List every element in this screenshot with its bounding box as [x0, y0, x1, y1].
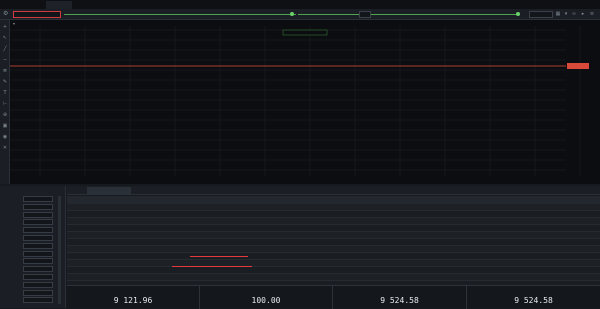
summary-value: 9 524.58 [380, 296, 419, 305]
date-to-field[interactable] [529, 11, 553, 18]
setting-row [3, 258, 63, 265]
setting-row [3, 281, 63, 289]
summary-footer: 9 121.96 100.00 9 524.58 9 524.58 [67, 285, 600, 309]
trash-icon[interactable]: ✕ [1, 145, 9, 151]
chart-grid [10, 26, 581, 176]
brush-icon[interactable]: ✎ [1, 79, 9, 85]
results-tab-bar [67, 186, 600, 195]
table-row [67, 232, 600, 239]
table-row [67, 246, 600, 253]
setting-row [3, 196, 63, 203]
date-from-field[interactable] [359, 11, 371, 18]
table-row [67, 211, 600, 218]
symbol-input[interactable] [13, 11, 61, 18]
table-row [67, 218, 600, 225]
measure-icon[interactable]: ⊢ [1, 101, 9, 107]
zoom-icon[interactable]: ⊕ [1, 112, 9, 118]
tab-deals[interactable] [199, 187, 217, 194]
summary-cell: 9 121.96 [67, 286, 200, 309]
setting-row [3, 250, 63, 258]
tab-2[interactable] [74, 1, 100, 9]
table-row [67, 274, 600, 281]
setting-row [3, 235, 63, 242]
setting-input[interactable] [23, 274, 53, 280]
setting-row [3, 203, 63, 211]
indicator-badge [282, 29, 328, 36]
setting-row [3, 297, 63, 304]
setting-input[interactable] [23, 196, 53, 202]
tab-log[interactable] [70, 187, 84, 194]
table-row [67, 204, 600, 211]
strategy-settings-panel [0, 186, 66, 308]
setting-input[interactable] [23, 242, 53, 249]
setting-input[interactable] [23, 250, 53, 257]
highlight-underline [172, 266, 252, 267]
setting-input[interactable] [23, 227, 53, 234]
highlight-underline [190, 256, 248, 257]
setting-row [3, 227, 63, 234]
setting-input[interactable] [23, 235, 53, 241]
setting-row [3, 219, 63, 226]
gear-icon[interactable]: ⚙ [3, 11, 9, 17]
table-row [67, 239, 600, 246]
summary-value: 9 121.96 [113, 296, 153, 305]
table-row [67, 267, 600, 274]
summary-value: 100.00 [251, 296, 281, 305]
tab-positions[interactable] [133, 187, 157, 194]
setting-row [3, 289, 63, 297]
table-row [67, 225, 600, 232]
text-icon[interactable]: T [1, 90, 9, 96]
link-icon[interactable]: ∞ [571, 11, 577, 18]
settings-icon[interactable]: ≡ [589, 11, 595, 18]
tab-0[interactable] [4, 1, 44, 9]
table-row [67, 260, 600, 267]
drawing-toolbar: + ↖ ╱ ─ ≣ ✎ T ⊢ ⊕ ▣ ◉ ✕ [0, 20, 10, 184]
tab-reports[interactable] [219, 187, 237, 194]
candlestick-chart[interactable] [10, 26, 600, 184]
tab-orders[interactable] [159, 187, 181, 194]
setting-input[interactable] [23, 219, 53, 226]
chevron-down-icon[interactable]: ▾ [563, 11, 569, 18]
tab-backtest-results[interactable] [87, 187, 131, 194]
summary-value: 9 524.58 [514, 296, 553, 305]
tab-trades[interactable] [183, 187, 197, 194]
setting-input[interactable] [23, 211, 53, 218]
setting-input[interactable] [23, 258, 53, 265]
summary-cell: 100.00 [200, 286, 333, 309]
tab-1[interactable] [46, 1, 72, 9]
setting-row [3, 274, 63, 281]
fibonacci-icon[interactable]: ≣ [1, 68, 9, 74]
range-slider-track[interactable] [64, 14, 296, 15]
setting-row [3, 266, 63, 273]
eye-icon[interactable]: ◉ [1, 134, 9, 140]
setting-input[interactable] [23, 281, 53, 288]
top-tab-bar [0, 0, 600, 9]
setting-row [3, 211, 63, 219]
table-row [67, 253, 600, 260]
price-label [567, 63, 589, 69]
trendline-icon[interactable]: ╱ [1, 46, 9, 52]
lock-icon[interactable]: ▣ [1, 123, 9, 129]
cursor-icon[interactable]: ↖ [1, 35, 9, 41]
calendar-icon[interactable]: ▦ [555, 11, 561, 18]
tab-graphics[interactable] [239, 187, 259, 194]
range-slider-track-right[interactable] [298, 14, 520, 15]
table-header [67, 196, 600, 204]
summary-cell: 9 524.58 [333, 286, 467, 309]
plus-icon[interactable]: + [1, 24, 9, 30]
hline-icon[interactable]: ─ [1, 57, 9, 63]
summary-cell: 9 524.58 [467, 286, 600, 309]
setting-input[interactable] [23, 297, 53, 304]
setting-row [3, 242, 63, 250]
range-slider-handle-end[interactable] [516, 12, 520, 16]
setting-input[interactable] [23, 289, 53, 296]
setting-input[interactable] [23, 203, 53, 210]
setting-input[interactable] [23, 266, 53, 273]
range-slider-handle-start[interactable] [290, 12, 294, 16]
panel-scrollbar[interactable] [58, 196, 61, 304]
play-icon[interactable]: ▸ [580, 11, 586, 18]
